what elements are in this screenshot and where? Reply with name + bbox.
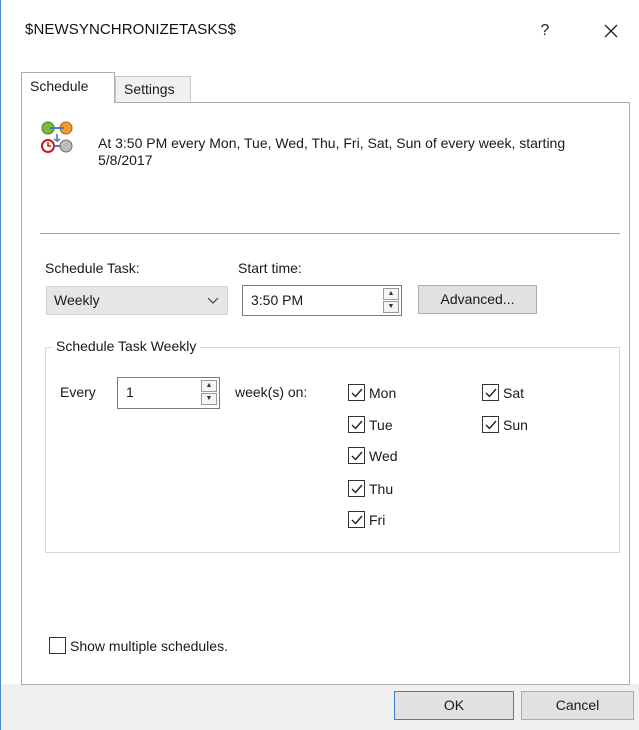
day-checkbox-sat[interactable]: Sat	[482, 384, 524, 401]
schedule-summary: At 3:50 PM every Mon, Tue, Wed, Thu, Fri…	[98, 135, 566, 168]
checkbox-box	[348, 447, 365, 464]
start-time-input[interactable]: 3:50 PM ▲ ▼	[242, 285, 402, 316]
check-icon	[485, 388, 497, 398]
every-weeks-input[interactable]: 1 ▲ ▼	[117, 377, 220, 409]
show-multiple-schedules-label: Show multiple schedules.	[70, 637, 228, 654]
spin-up-icon[interactable]: ▲	[201, 380, 217, 392]
day-checkbox-sun[interactable]: Sun	[482, 416, 528, 433]
start-time-label: Start time:	[238, 260, 302, 276]
check-icon	[351, 388, 363, 398]
help-button[interactable]: ?	[531, 17, 559, 45]
day-checkbox-tue[interactable]: Tue	[348, 416, 393, 433]
chevron-down-icon	[207, 287, 219, 323]
start-time-value: 3:50 PM	[251, 292, 304, 308]
check-icon	[485, 420, 497, 430]
checkbox-box	[348, 384, 365, 401]
checkbox-box	[348, 511, 365, 528]
day-label: Wed	[369, 447, 398, 464]
scheduled-task-icon	[41, 121, 73, 153]
check-icon	[351, 515, 363, 525]
show-multiple-schedules-checkbox[interactable]: Show multiple schedules.	[49, 637, 228, 654]
schedule-task-value: Weekly	[54, 292, 100, 308]
window-title: $NEWSYNCHRONIZETASKS$	[25, 21, 237, 38]
separator	[40, 233, 620, 234]
ok-button[interactable]: OK	[394, 691, 514, 720]
check-icon	[351, 420, 363, 430]
day-label: Thu	[369, 480, 394, 497]
day-label: Mon	[369, 384, 397, 401]
day-label: Fri	[369, 511, 386, 528]
day-label: Sun	[503, 416, 528, 433]
schedule-panel: At 3:50 PM every Mon, Tue, Wed, Thu, Fri…	[21, 102, 630, 685]
tab-schedule[interactable]: Schedule	[21, 72, 115, 103]
dialog-window: $NEWSYNCHRONIZETASKS$ ? Schedule Setting…	[0, 0, 639, 730]
checkbox-box	[482, 384, 499, 401]
day-checkbox-wed[interactable]: Wed	[348, 447, 398, 464]
spin-down-icon[interactable]: ▼	[383, 301, 399, 313]
checkbox-box	[482, 416, 499, 433]
spin-up-icon[interactable]: ▲	[383, 288, 399, 300]
tab-settings[interactable]: Settings	[115, 76, 191, 103]
day-label: Sat	[503, 384, 525, 401]
close-icon	[604, 24, 618, 38]
day-label: Tue	[369, 416, 393, 433]
close-button[interactable]	[597, 17, 625, 45]
title-bar: $NEWSYNCHRONIZETASKS$ ?	[1, 0, 639, 60]
day-checkbox-thu[interactable]: Thu	[348, 480, 393, 497]
checkbox-box	[49, 637, 66, 654]
spin-down-icon[interactable]: ▼	[201, 393, 217, 405]
check-icon	[351, 451, 363, 461]
cancel-button[interactable]: Cancel	[521, 691, 634, 720]
every-label: Every	[60, 384, 96, 400]
day-checkbox-mon[interactable]: Mon	[348, 384, 396, 401]
advanced-button[interactable]: Advanced...	[418, 285, 537, 314]
check-icon	[351, 484, 363, 494]
schedule-weekly-group-title: Schedule Task Weekly	[52, 338, 201, 354]
schedule-task-label: Schedule Task:	[45, 260, 140, 276]
every-weeks-value: 1	[126, 384, 134, 400]
checkbox-box	[348, 416, 365, 433]
checkbox-box	[348, 480, 365, 497]
weeks-on-label: week(s) on:	[235, 384, 308, 400]
schedule-task-select[interactable]: Weekly	[46, 286, 228, 315]
day-checkbox-fri[interactable]: Fri	[348, 511, 385, 528]
